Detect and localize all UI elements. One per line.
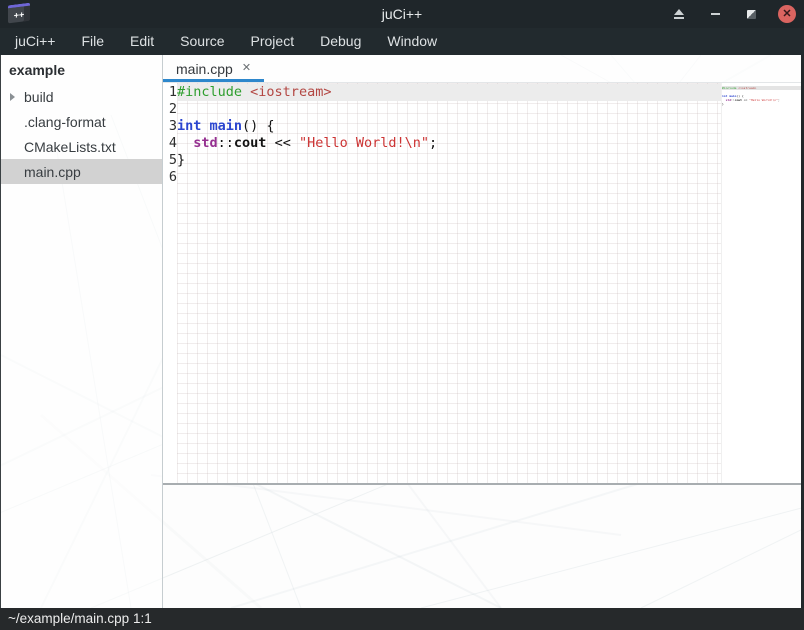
- minimize-button[interactable]: [706, 5, 724, 23]
- code-line: [177, 169, 721, 186]
- file-tree: build .clang-format CMakeLists.txt main.cpp: [1, 84, 162, 184]
- code-token: main: [210, 118, 243, 134]
- code-token: ;: [778, 98, 780, 102]
- code-token: "Hello World!\n": [299, 135, 429, 151]
- maximize-button[interactable]: [742, 5, 760, 23]
- code-line: [177, 101, 721, 118]
- sidebar: example build .clang-format CMakeLists.txt…: [1, 55, 162, 608]
- window-controls: ✕: [670, 0, 796, 28]
- code-token: <iostream>: [250, 84, 331, 100]
- menu-file[interactable]: File: [68, 28, 117, 55]
- code-line: int main() {: [177, 118, 721, 135]
- minimize-icon: [711, 13, 720, 15]
- code-token: #include: [722, 86, 736, 90]
- status-bar: ~/example/main.cpp 1:1: [0, 608, 804, 630]
- tab-bar: main.cpp ✕: [163, 55, 801, 83]
- code-token: [177, 135, 193, 151]
- tree-item-build[interactable]: build: [1, 84, 162, 109]
- close-button[interactable]: ✕: [778, 5, 796, 23]
- terminal-panel[interactable]: [163, 485, 801, 608]
- status-path-position: ~/example/main.cpp 1:1: [8, 611, 152, 626]
- menu-bar: juCi++FileEditSourceProjectDebugWindow: [0, 28, 804, 55]
- tree-item--clang-format[interactable]: .clang-format: [1, 109, 162, 134]
- editor-pane: main.cpp ✕ 123456 #include <iostream> int…: [163, 55, 801, 608]
- line-number: 4: [163, 135, 177, 152]
- menu-debug[interactable]: Debug: [307, 28, 374, 55]
- code-token: #include: [177, 84, 242, 100]
- juci-window: ++ juCi++ ✕ juCi++FileEditSourceProjectD…: [0, 0, 804, 630]
- tree-item-label: build: [24, 89, 54, 105]
- line-number: 2: [163, 101, 177, 118]
- code-token: <iostream>: [738, 86, 756, 90]
- tab-main-cpp[interactable]: main.cpp ✕: [163, 55, 264, 82]
- menu-window[interactable]: Window: [374, 28, 450, 55]
- menu-juci[interactable]: juCi++: [2, 28, 68, 55]
- line-number: 5: [163, 152, 177, 169]
- line-number: 3: [163, 118, 177, 135]
- code-token: () {: [242, 118, 275, 134]
- code-token: ;: [429, 135, 437, 151]
- code-token: cout: [735, 98, 742, 102]
- project-root-label: example: [1, 55, 162, 84]
- source-editor[interactable]: 123456 #include <iostream> int main() { …: [163, 83, 801, 483]
- code-line: }: [177, 152, 721, 169]
- menu-edit[interactable]: Edit: [117, 28, 167, 55]
- tree-item-main-cpp[interactable]: main.cpp: [1, 159, 162, 184]
- code-line: #include <iostream>: [177, 84, 721, 101]
- code-token: [201, 118, 209, 134]
- minimap[interactable]: #include <iostream> int main() { std::co…: [721, 83, 801, 483]
- shade-icon: [674, 9, 684, 15]
- line-number: 1: [163, 84, 177, 101]
- code-token: "Hello World!\n": [749, 98, 778, 102]
- close-icon: ✕: [782, 9, 791, 20]
- code-token: std: [193, 135, 217, 151]
- tab-label: main.cpp: [176, 61, 233, 77]
- line-number-gutter: 123456: [163, 83, 177, 483]
- code-line: std::cout << "Hello World!\n";: [177, 135, 721, 152]
- menu-project[interactable]: Project: [238, 28, 308, 55]
- code-token: }: [177, 152, 185, 168]
- code-token: ::: [218, 135, 234, 151]
- code-area[interactable]: #include <iostream> int main() { std::co…: [177, 83, 721, 483]
- code-token: cout: [234, 135, 267, 151]
- tree-item-cmakelists-txt[interactable]: CMakeLists.txt: [1, 134, 162, 159]
- content-region: example build .clang-format CMakeLists.txt…: [0, 55, 804, 608]
- code-token: <<: [266, 135, 299, 151]
- title-bar: ++ juCi++ ✕: [0, 0, 804, 28]
- code-token: [242, 84, 250, 100]
- code-token: int: [177, 118, 201, 134]
- shade-button[interactable]: [670, 5, 688, 23]
- expander-icon[interactable]: [10, 93, 15, 101]
- tree-item-label: CMakeLists.txt: [24, 139, 116, 155]
- tab-close-icon[interactable]: ✕: [242, 63, 251, 74]
- minimap-line: [722, 106, 801, 110]
- tree-item-label: .clang-format: [24, 114, 106, 130]
- line-number: 6: [163, 169, 177, 186]
- tree-item-label: main.cpp: [24, 164, 81, 180]
- menu-source[interactable]: Source: [167, 28, 237, 55]
- maximize-icon: [747, 10, 756, 19]
